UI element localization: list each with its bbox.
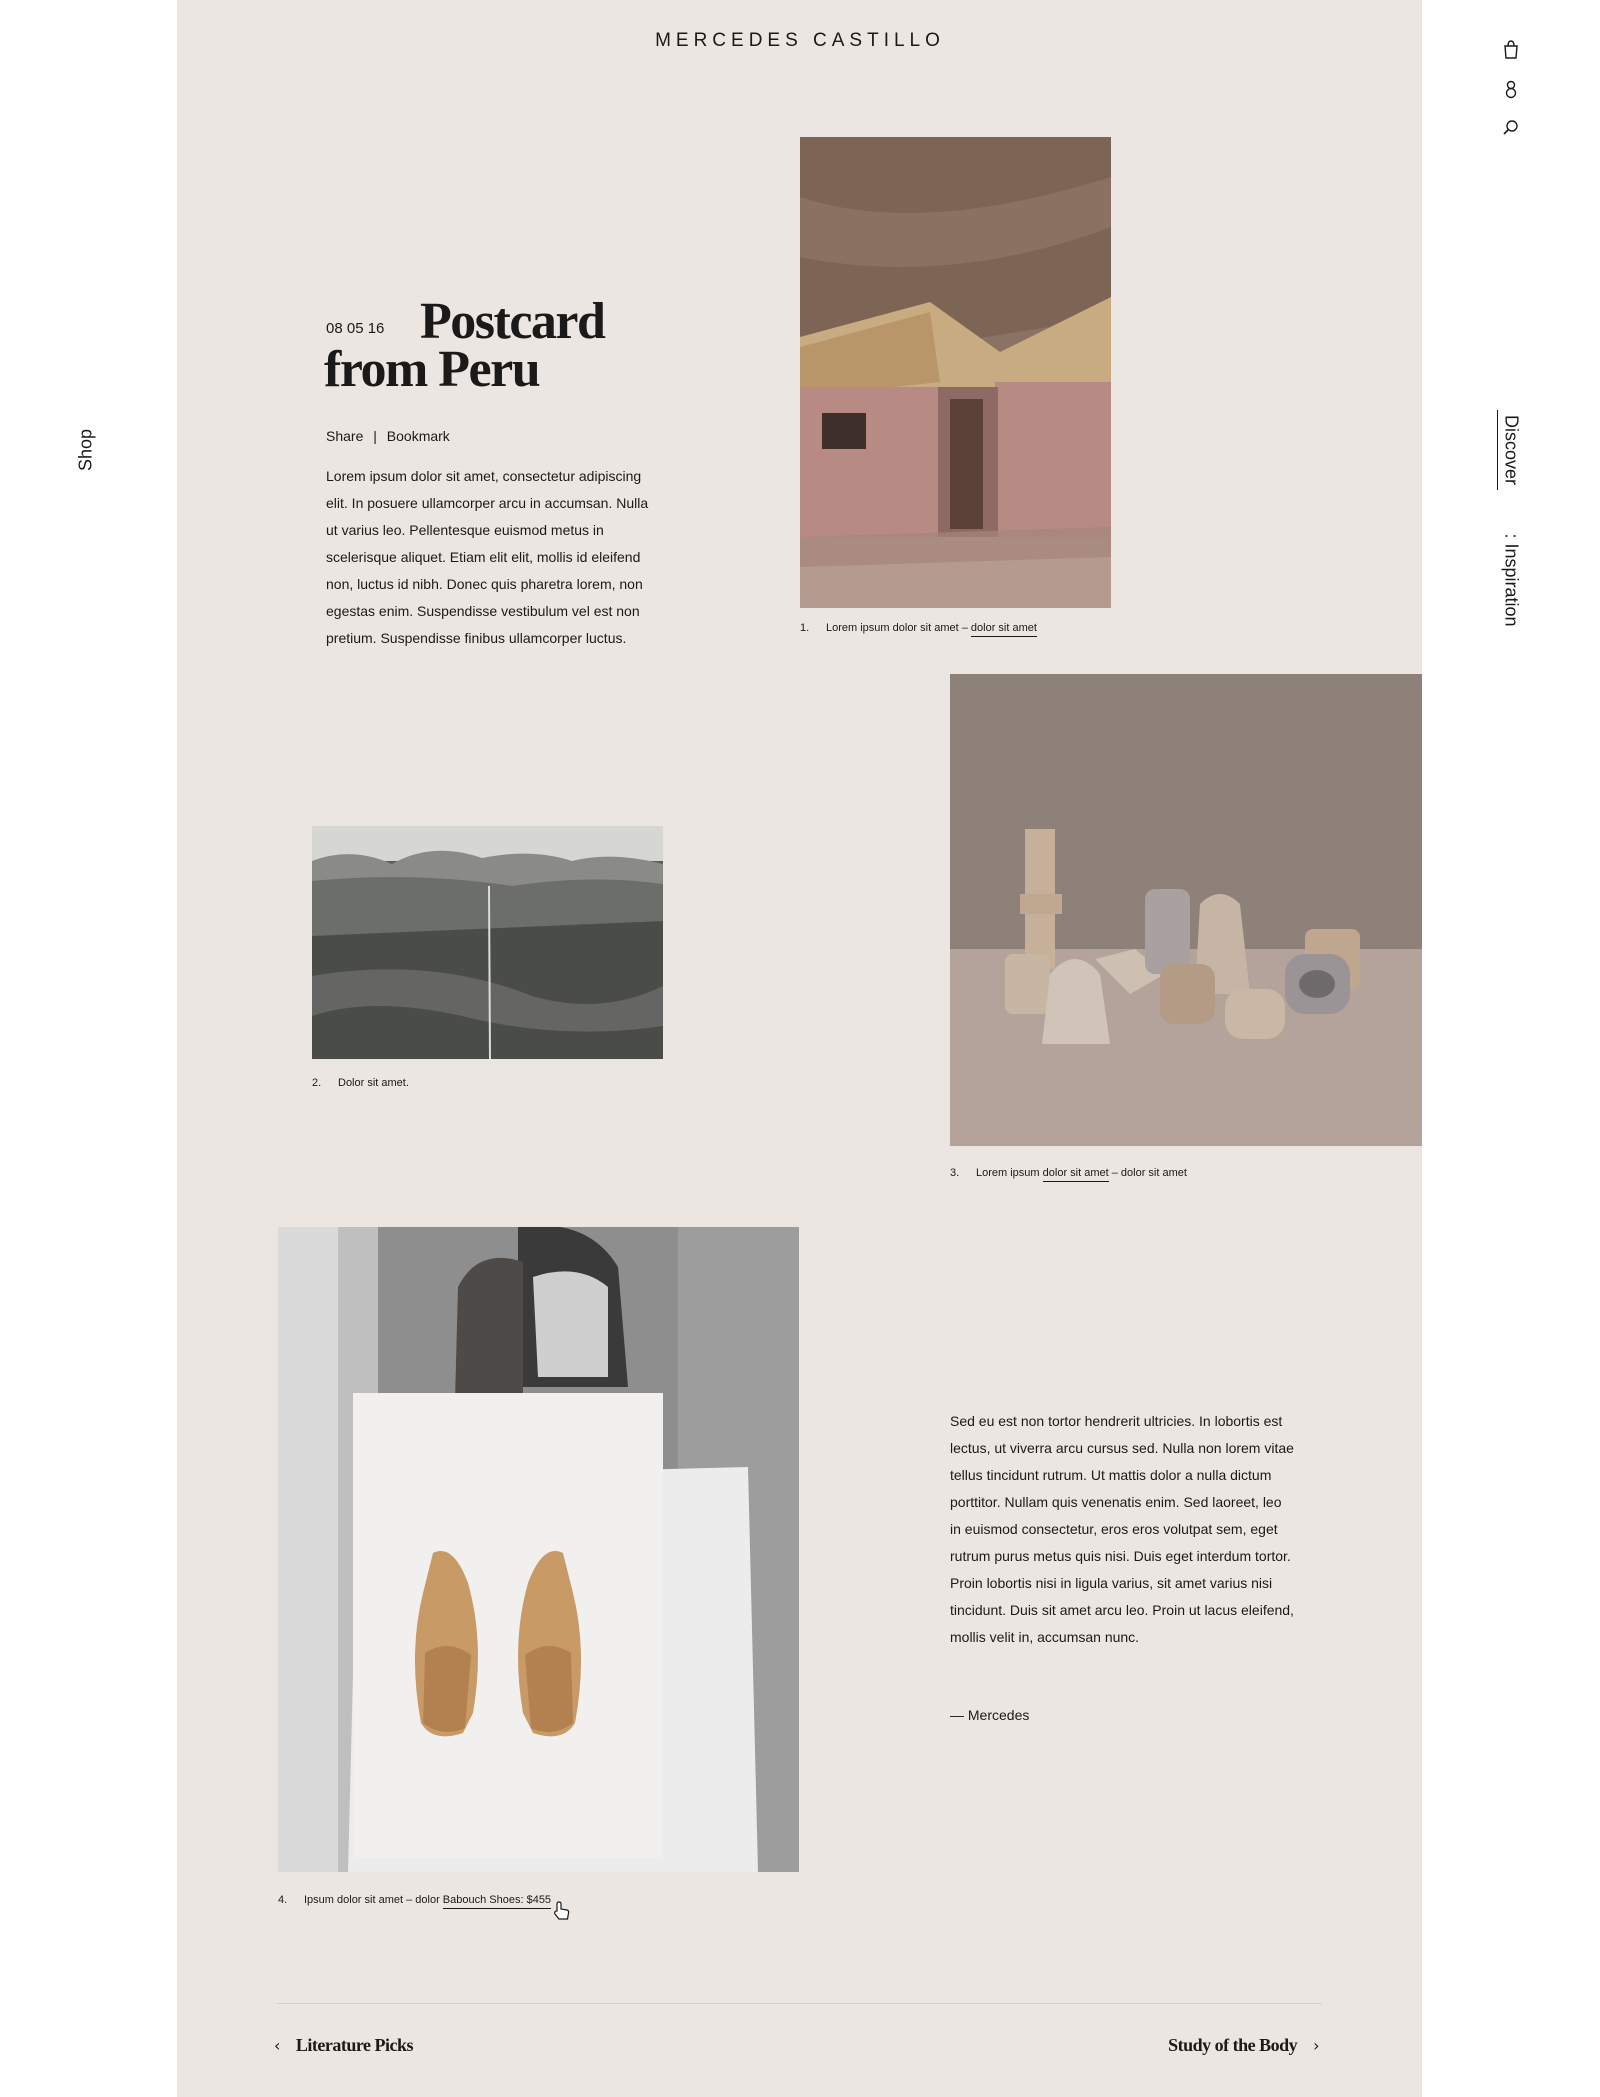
title-line-2: from Peru xyxy=(324,341,541,398)
product-link[interactable]: Babouch Shoes: $455 xyxy=(442,1894,552,1909)
caption-number: 2. xyxy=(312,1077,322,1089)
caption-2: 2. Dolor sit amet. xyxy=(312,1077,409,1089)
caption-text: Ipsum dolor sit amet – dolor xyxy=(304,1894,443,1906)
article-title: Postcard from Peru xyxy=(324,293,684,398)
signature: — Mercedes xyxy=(950,1707,1030,1723)
chevron-right-icon: › xyxy=(1313,2036,1319,2055)
side-nav-shop[interactable]: Shop xyxy=(76,429,97,471)
title-line-1: Postcard xyxy=(420,293,606,350)
hand-cursor-icon xyxy=(551,1900,573,1922)
caption-number: 3. xyxy=(950,1167,960,1179)
product-shoes-photo xyxy=(353,1393,663,1857)
active-indicator xyxy=(1497,410,1498,490)
caption-number: 4. xyxy=(278,1894,288,1906)
caption-text: – dolor sit amet xyxy=(1108,1167,1187,1179)
caption-1: 1. Lorem ipsum dolor sit amet – dolor sit… xyxy=(800,622,1037,637)
caption-number: 1. xyxy=(800,622,810,634)
brand-logo[interactable]: MERCEDES CASTILLO xyxy=(0,30,1600,52)
share-link[interactable]: Share xyxy=(326,428,363,444)
next-article-title[interactable]: Study of the Body xyxy=(1168,2035,1298,2055)
next-article-link[interactable]: Study of the Body › xyxy=(1168,2035,1319,2056)
caption-3: 3. Lorem ipsum dolor sit amet – dolor sit… xyxy=(950,1167,1187,1182)
body-paragraph: Sed eu est non tortor hendrerit ultricie… xyxy=(950,1413,1294,1645)
caption-text: Dolor sit amet. xyxy=(338,1077,409,1089)
caption-text: Lorem ipsum xyxy=(976,1167,1043,1179)
caption-link[interactable]: dolor sit amet xyxy=(1042,1167,1109,1182)
caption-4: 4. Ipsum dolor sit amet – dolor Babouch S… xyxy=(278,1894,552,1909)
search-icon[interactable] xyxy=(1500,117,1522,139)
side-nav-inspiration[interactable]: : Inspiration xyxy=(1501,533,1522,626)
article-actions: Share | Bookmark xyxy=(326,428,456,444)
footer-divider xyxy=(277,2003,1322,2004)
ceramics-photo xyxy=(950,674,1422,1146)
side-nav-discover[interactable]: Discover xyxy=(1501,415,1522,485)
shopping-bag-icon[interactable] xyxy=(1500,38,1522,60)
bookmark-link[interactable]: Bookmark xyxy=(387,428,450,444)
prev-article-link[interactable]: ‹ Literature Picks xyxy=(274,2035,414,2056)
user-icon[interactable] xyxy=(1500,78,1522,100)
caption-link[interactable]: dolor sit amet xyxy=(970,622,1037,637)
intro-paragraph: Lorem ipsum dolor sit amet, consectetur … xyxy=(326,468,649,646)
caption-text: Lorem ipsum dolor sit amet – xyxy=(826,622,971,634)
separator: | xyxy=(373,428,377,444)
desert-landscape-photo xyxy=(312,826,663,1059)
prev-article-title[interactable]: Literature Picks xyxy=(296,2035,414,2055)
chevron-left-icon: ‹ xyxy=(274,2036,280,2055)
hut-photo xyxy=(800,137,1111,608)
